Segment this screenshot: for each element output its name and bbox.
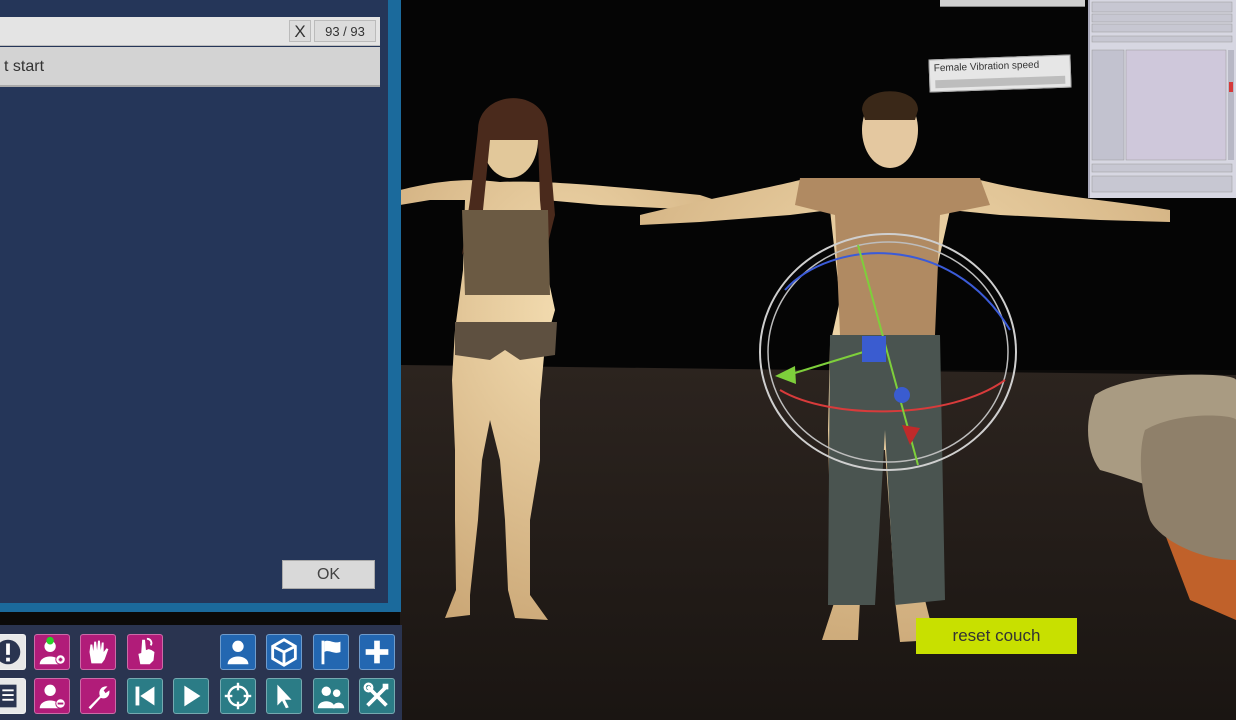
clear-search-button[interactable]: X — [289, 20, 311, 42]
search-input[interactable]: X 93 / 93 — [0, 17, 380, 46]
mini-panel-content — [1091, 1, 1234, 193]
crosshair-icon[interactable] — [220, 678, 256, 714]
person-icon[interactable] — [220, 634, 256, 670]
settings-mini-panel[interactable] — [1088, 0, 1236, 198]
ok-button[interactable]: OK — [282, 560, 375, 589]
search-dialog: X 93 / 93 t start OK — [0, 0, 401, 612]
bottom-toolbar — [0, 625, 402, 720]
add-person-icon[interactable] — [34, 634, 70, 670]
result-counter: 93 / 93 — [314, 20, 376, 42]
remove-person-icon[interactable] — [34, 678, 70, 714]
group-icon[interactable] — [313, 678, 349, 714]
list-item-label: t start — [4, 58, 45, 75]
reset-couch-button[interactable]: reset couch — [916, 618, 1077, 654]
alert-icon[interactable] — [0, 634, 26, 670]
hand-icon[interactable] — [80, 634, 116, 670]
top-panel-strip — [940, 0, 1085, 7]
dialog-body: X 93 / 93 t start OK — [0, 0, 388, 603]
vibration-speed-label: Female Vibration speed — [933, 59, 1040, 75]
unity-icon[interactable] — [266, 634, 302, 670]
vibration-speed-panel[interactable]: Female Vibration speed — [928, 54, 1072, 93]
wrench-person-icon[interactable] — [80, 678, 116, 714]
flag-icon[interactable] — [313, 634, 349, 670]
list-item[interactable]: t start — [0, 47, 380, 87]
cursor-icon[interactable] — [266, 678, 302, 714]
vibration-speed-slider[interactable] — [935, 75, 1066, 89]
play-icon[interactable] — [173, 678, 209, 714]
skip-back-icon[interactable] — [127, 678, 163, 714]
plus-icon[interactable] — [359, 634, 395, 670]
document-icon[interactable] — [0, 678, 26, 714]
tools-icon[interactable] — [359, 678, 395, 714]
pointer-hand-icon[interactable] — [127, 634, 163, 670]
